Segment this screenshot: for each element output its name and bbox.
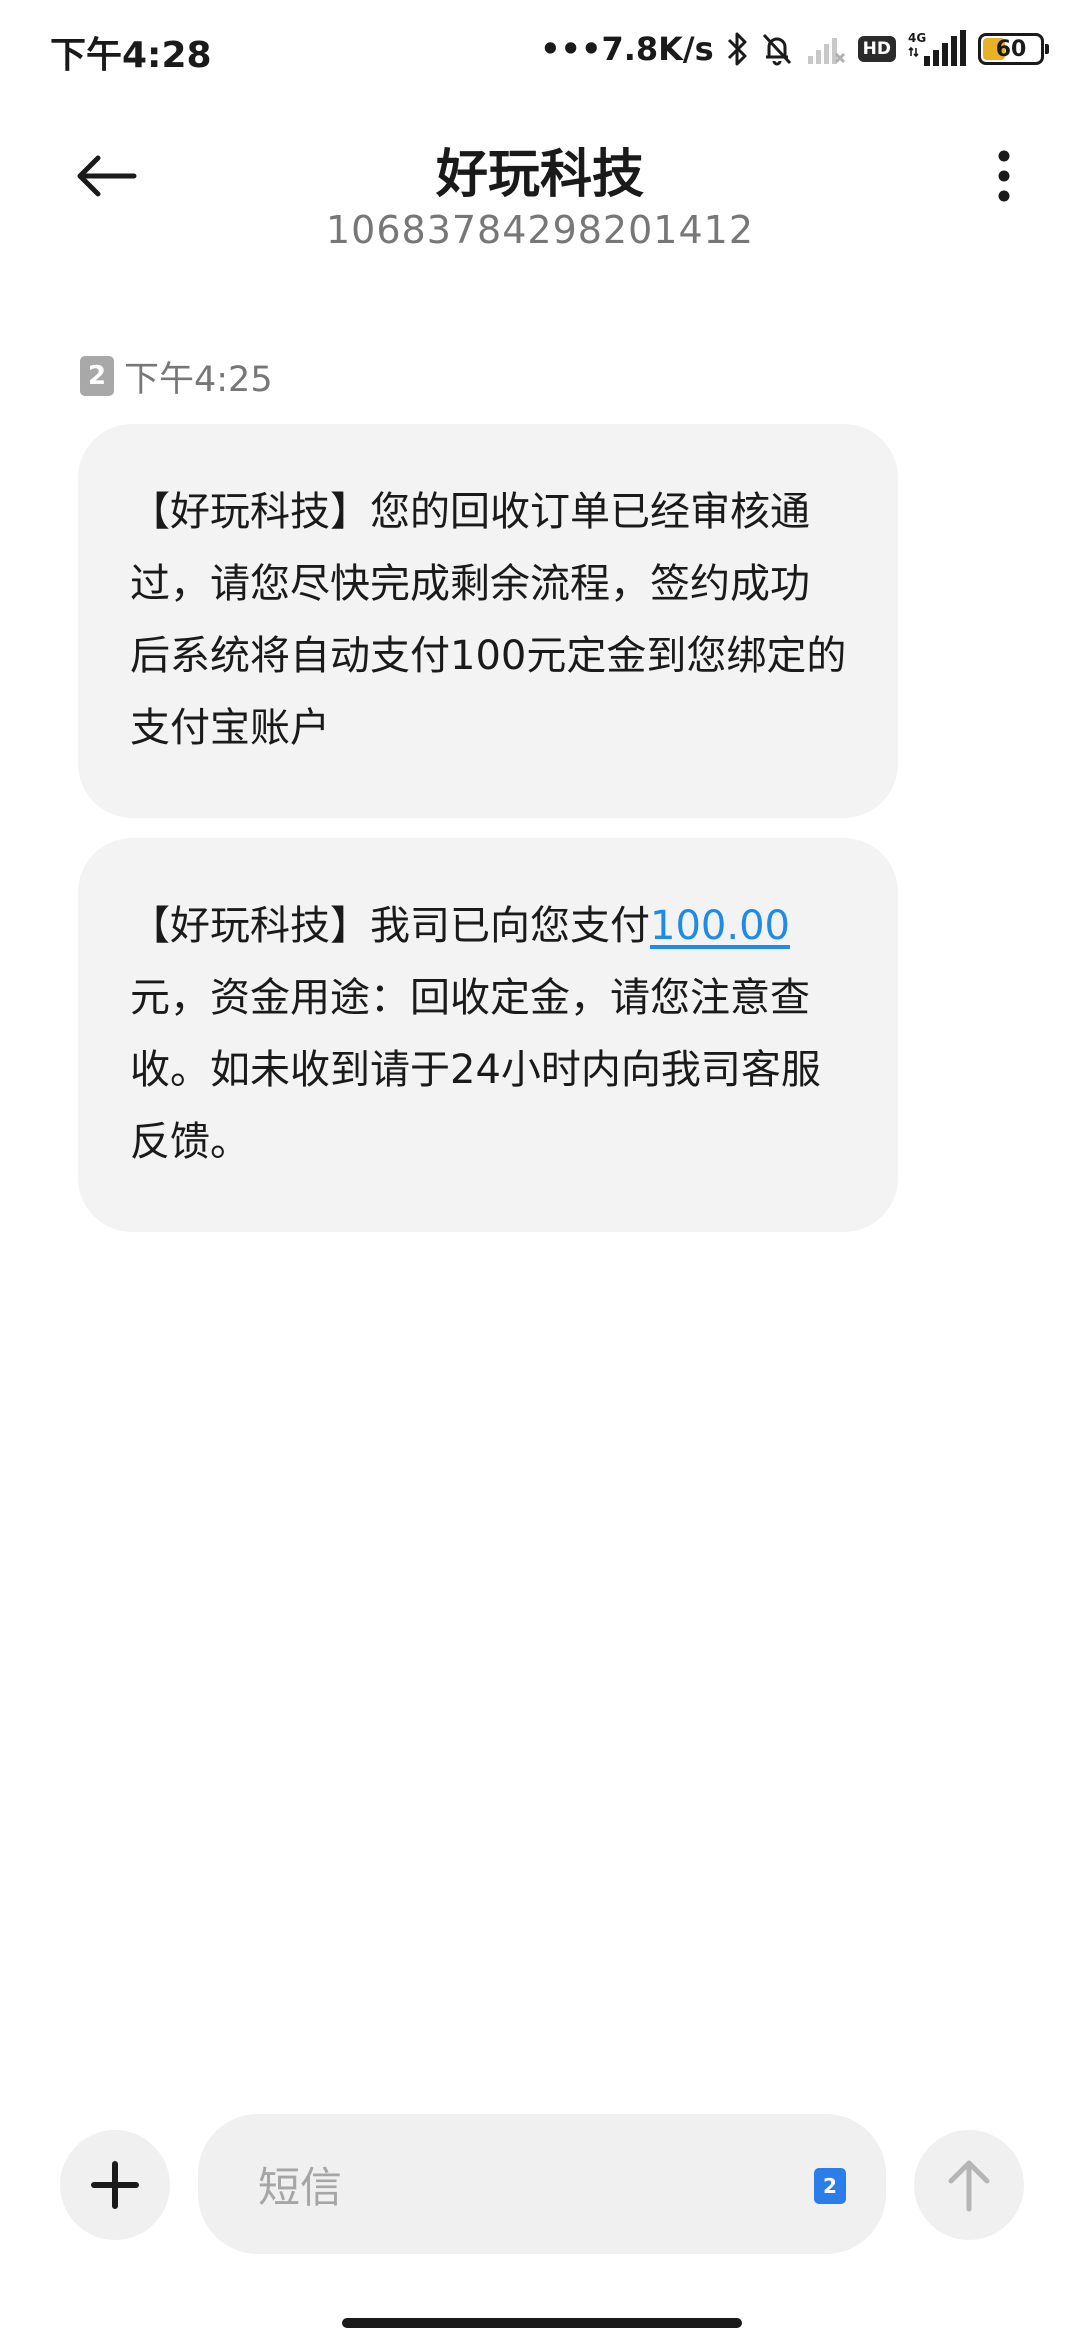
- conversation-header: 好玩科技 10683784298201412: [0, 96, 1080, 286]
- contact-name: 好玩科技: [435, 145, 644, 205]
- message-bubble[interactable]: 【好玩科技】我司已向您支付100.00 元，资金用途：回收定金，请您注意查收。如未…: [78, 838, 898, 1232]
- network-type-label: 4G: [908, 31, 926, 45]
- signal-icon: 4G: [908, 30, 966, 66]
- contact-number: 10683784298201412: [325, 208, 754, 252]
- message-bubble[interactable]: 【好玩科技】您的回收订单已经审核通过，请您尽快完成剩余流程，签约成功后系统将自动…: [78, 424, 898, 818]
- message-text-suffix: 元，资金用途：回收定金，请您注意查收。如未收到请于24小时内向我司客服反馈。: [130, 975, 821, 1165]
- status-icons: •••7.8K/s HD 4G 60: [540, 26, 1049, 72]
- add-attachment-button[interactable]: [60, 2130, 170, 2240]
- mute-bell-icon: [762, 33, 791, 66]
- battery-percent: 60: [995, 36, 1027, 62]
- more-options-button[interactable]: [964, 136, 1044, 216]
- message-input-placeholder: 短信: [258, 2162, 343, 2212]
- message-timestamp: 2 下午4:25: [80, 354, 273, 400]
- bluetooth-icon: [727, 32, 747, 66]
- arrow-up-icon: [948, 2160, 990, 2212]
- network-speed: •••7.8K/s: [540, 30, 714, 68]
- message-input[interactable]: 短信 2: [198, 2114, 886, 2254]
- wifi-off-icon: [807, 38, 845, 64]
- battery-icon: 60: [978, 33, 1049, 65]
- sim-2-icon: 2: [80, 356, 114, 396]
- home-indicator[interactable]: [342, 2318, 742, 2328]
- hd-icon: HD: [857, 36, 896, 62]
- amount-link[interactable]: 100.00: [650, 903, 790, 949]
- plus-icon: [91, 2161, 139, 2209]
- status-bar: 下午4:28 •••7.8K/s HD 4G 60: [0, 0, 1080, 96]
- send-button[interactable]: [914, 2130, 1024, 2240]
- status-time: 下午4:28: [50, 35, 212, 76]
- message-text: 【好玩科技】您的回收订单已经审核通过，请您尽快完成剩余流程，签约成功后系统将自动…: [130, 489, 847, 751]
- message-text-prefix: 【好玩科技】我司已向您支付: [130, 903, 650, 949]
- more-vertical-icon: [998, 150, 1010, 202]
- message-time: 下午4:25: [124, 359, 273, 400]
- sim-select-button[interactable]: 2: [814, 2168, 846, 2204]
